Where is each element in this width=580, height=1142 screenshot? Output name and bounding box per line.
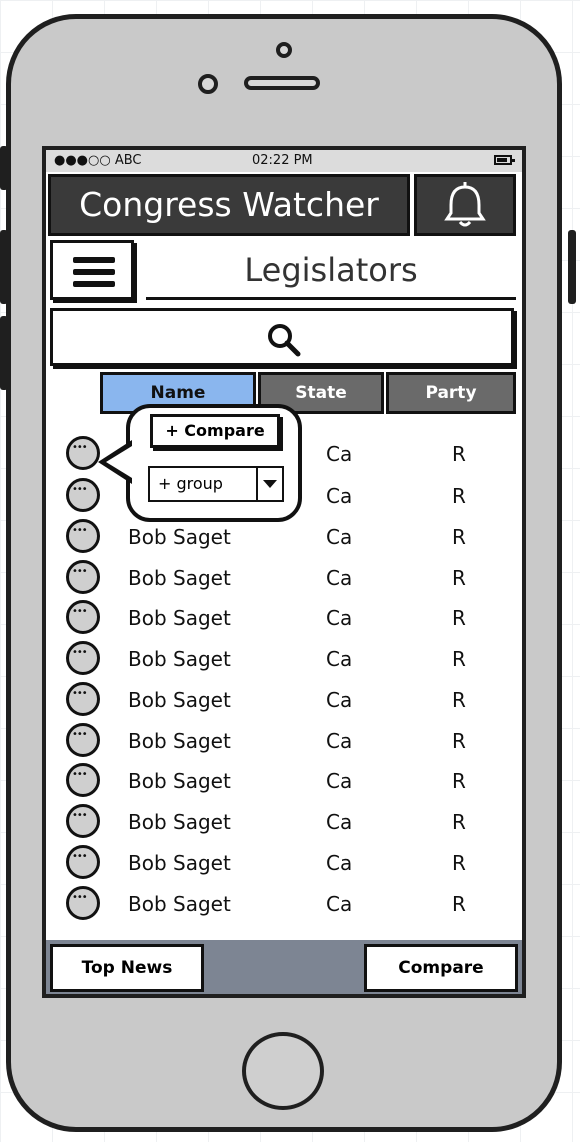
home-button[interactable] (242, 1032, 324, 1110)
cell-party: R (452, 606, 466, 630)
column-header-party[interactable]: Party (386, 372, 516, 414)
add-compare-button[interactable]: + Compare (150, 414, 280, 448)
menu-button[interactable] (50, 240, 134, 300)
cell-state: Ca (326, 566, 353, 590)
cell-state: Ca (326, 851, 353, 875)
battery-icon (494, 155, 515, 165)
cell-party: R (452, 769, 466, 793)
cell-name: Bob Saget (128, 688, 231, 712)
table-row[interactable]: Bob Saget Ca R (46, 598, 522, 638)
cell-party: R (452, 525, 466, 549)
hamburger-menu-icon (73, 269, 115, 275)
cell-state: Ca (326, 606, 353, 630)
more-options-icon[interactable] (66, 682, 100, 716)
table-row[interactable]: Bob Saget Ca R (46, 802, 522, 842)
status-bar: ●●●○○ ABC 02:22 PM (46, 150, 522, 172)
more-options-icon[interactable] (66, 641, 100, 675)
notifications-button[interactable] (414, 174, 516, 236)
volume-down-button (0, 316, 8, 390)
tab-top-news[interactable]: Top News (50, 944, 204, 992)
cell-state: Ca (326, 525, 353, 549)
more-options-icon[interactable] (66, 804, 100, 838)
power-button (568, 230, 576, 304)
cell-state: Ca (326, 647, 353, 671)
more-options-icon[interactable] (66, 478, 100, 512)
cell-party: R (452, 484, 466, 508)
cell-party: R (452, 810, 466, 834)
cell-party: R (452, 566, 466, 590)
table-row[interactable]: Bob Saget Ca R (46, 639, 522, 679)
chevron-down-icon[interactable] (256, 468, 282, 500)
more-options-icon[interactable] (66, 723, 100, 757)
table-row[interactable]: Bob Saget Ca R (46, 680, 522, 720)
volume-up-button (0, 230, 8, 304)
search-input[interactable] (50, 308, 514, 366)
bell-icon (444, 182, 486, 227)
cell-state: Ca (326, 442, 353, 466)
cell-name: Bob Saget (128, 810, 231, 834)
status-time: 02:22 PM (252, 153, 313, 168)
cell-name: Bob Saget (128, 892, 231, 916)
cell-name: Bob Saget (128, 851, 231, 875)
group-select[interactable]: + group (148, 466, 284, 502)
hamburger-menu-icon (73, 257, 115, 263)
more-options-icon[interactable] (66, 886, 100, 920)
cell-party: R (452, 729, 466, 753)
cell-name: Bob Saget (128, 729, 231, 753)
cell-name: Bob Saget (128, 525, 231, 549)
cell-state: Ca (326, 810, 353, 834)
cell-name: Bob Saget (128, 769, 231, 793)
table-row[interactable]: Bob Saget Ca R (46, 761, 522, 801)
cell-party: R (452, 442, 466, 466)
cell-state: Ca (326, 484, 353, 508)
cell-state: Ca (326, 892, 353, 916)
table-row[interactable]: Bob Saget Ca R (46, 558, 522, 598)
table-row[interactable]: Bob Saget Ca R (46, 884, 522, 924)
cell-party: R (452, 892, 466, 916)
more-options-icon[interactable] (66, 600, 100, 634)
cell-name: Bob Saget (128, 647, 231, 671)
cell-state: Ca (326, 688, 353, 712)
group-select-value: + group (158, 474, 223, 493)
more-options-icon[interactable] (66, 436, 100, 470)
page-title: Legislators (146, 240, 516, 300)
cell-state: Ca (326, 729, 353, 753)
more-options-icon[interactable] (66, 519, 100, 553)
app-title: Congress Watcher (48, 174, 410, 236)
cell-name: Bob Saget (128, 566, 231, 590)
speaker-grille (244, 76, 320, 90)
popup-pointer-fill (106, 446, 132, 478)
table-row[interactable]: Bob Saget Ca R (46, 721, 522, 761)
tab-bar: Top News Compare (46, 940, 522, 994)
mute-switch (0, 146, 8, 190)
more-options-icon[interactable] (66, 763, 100, 797)
carrier-signal: ●●●○○ ABC (54, 153, 142, 168)
cell-party: R (452, 851, 466, 875)
cell-name: Bob Saget (128, 606, 231, 630)
search-icon (268, 324, 301, 357)
sensor-icon (198, 74, 218, 94)
screen: ●●●○○ ABC 02:22 PM Congress Watcher Legi… (42, 146, 526, 998)
cell-state: Ca (326, 769, 353, 793)
cell-party: R (452, 688, 466, 712)
table-row[interactable]: Bob Saget Ca R (46, 517, 522, 557)
cell-party: R (452, 647, 466, 671)
front-camera-icon (276, 42, 292, 58)
tab-compare[interactable]: Compare (364, 944, 518, 992)
more-options-icon[interactable] (66, 845, 100, 879)
hamburger-menu-icon (73, 281, 115, 287)
table-row[interactable]: Bob Saget Ca R (46, 843, 522, 883)
more-options-icon[interactable] (66, 560, 100, 594)
